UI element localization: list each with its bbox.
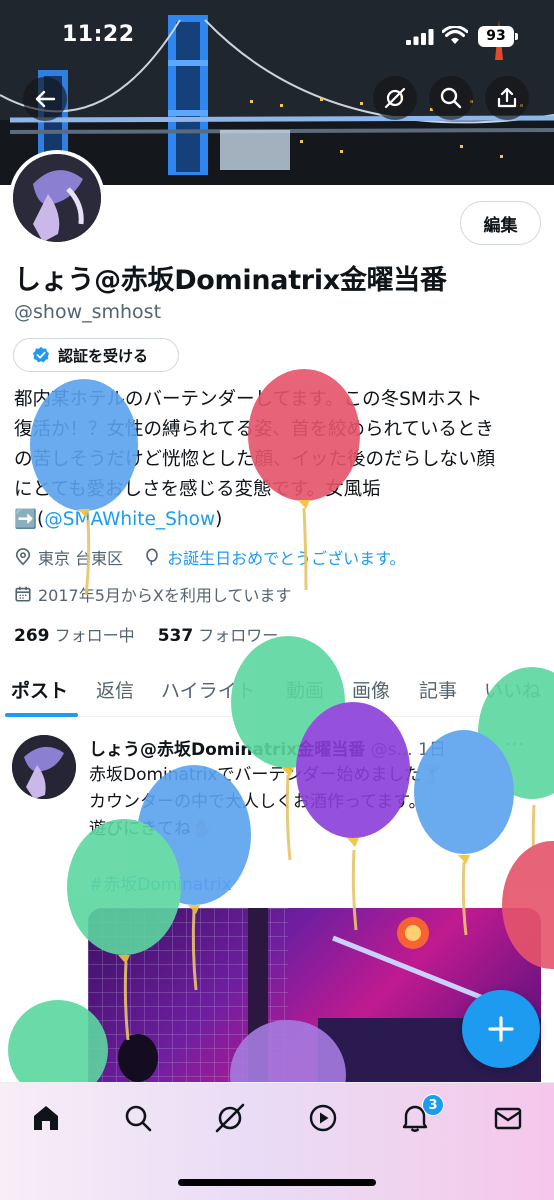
tab-posts[interactable]: ポスト	[11, 676, 68, 703]
followers-count: 537	[157, 626, 194, 646]
grok-button[interactable]	[373, 76, 417, 120]
bio-line: 復活か！？女性の縛られてる姿、首を絞められているとき	[14, 419, 494, 440]
post-hashtag[interactable]: #赤坂Dominatrix	[89, 870, 232, 895]
post-text-line: カウンターの中で大人しくお酒作ってます。	[89, 792, 426, 812]
following-count: 269	[14, 626, 50, 646]
status-time: 11:22	[62, 22, 135, 47]
following-link[interactable]: 269 フォロー中	[14, 626, 135, 646]
grok-icon	[384, 87, 406, 109]
bio-line: にとても愛おしさを感じる変態です。女風垢	[14, 479, 381, 500]
nav-messages[interactable]	[491, 1101, 525, 1135]
profile-bio: 都内某ホテルのバーテンダーしてます。この冬SMホスト 復活か！？女性の縛られてる…	[14, 385, 544, 535]
share-icon	[497, 87, 517, 108]
wifi-icon	[442, 26, 468, 44]
profile-joined-row: 2017年5月からXを利用しています	[14, 582, 291, 606]
compose-plus-icon	[488, 1016, 514, 1042]
profile-handle: @show_smhost	[14, 301, 162, 323]
edit-profile-button[interactable]: 編集	[460, 201, 541, 245]
tab-likes[interactable]: いいね	[484, 676, 541, 703]
profile-meta-row: 東京 台東区 お誕生日おめでとうございます。	[14, 545, 406, 569]
post-text-line: 赤坂Dominatrixでバーテンダー始めました🍸	[89, 765, 443, 785]
tab-highlights[interactable]: ハイライト	[161, 676, 256, 703]
post-author-avatar[interactable]	[12, 735, 76, 799]
profile-display-name: しょう@赤坂Dominatrix金曜当番	[14, 265, 447, 296]
post-time: 1日	[418, 740, 446, 760]
share-button[interactable]	[485, 76, 529, 120]
bio-line: の苦しそうだけど恍惚とした顔、イッた後のだらしない顔	[14, 449, 496, 470]
avatar-image	[13, 154, 101, 242]
mail-icon	[494, 1107, 522, 1130]
profile-location: 東京 台東区	[38, 549, 124, 568]
follow-counts: 269 フォロー中 537 フォロワー	[14, 622, 278, 646]
bio-line: 都内某ホテルのバーテンダーしてます。この冬SMホスト	[14, 389, 483, 410]
status-bar: 11:22 93	[0, 0, 554, 70]
profile-tabs: ポスト 返信 ハイライト 動画 画像 記事 いいね	[0, 660, 554, 717]
tab-replies[interactable]: 返信	[96, 676, 134, 703]
tab-videos[interactable]: 動画	[286, 676, 324, 703]
compose-post-button[interactable]	[462, 990, 540, 1068]
home-indicator[interactable]	[178, 1179, 376, 1186]
verified-check-icon	[32, 346, 50, 363]
nav-home[interactable]	[29, 1101, 63, 1135]
post-header: しょう@赤坂Dominatrix金曜当番 @s... 1日	[89, 735, 446, 760]
post-text-line: 遊びにきてね✋🏻	[89, 819, 213, 839]
home-icon	[34, 1106, 58, 1130]
bio-link-suffix: )	[215, 509, 223, 530]
post-text: 赤坂Dominatrixでバーテンダー始めました🍸 カウンターの中で大人しくお酒…	[89, 762, 544, 843]
nav-explore[interactable]	[121, 1101, 155, 1135]
cellular-signal-icon	[406, 29, 434, 45]
video-icon	[309, 1104, 337, 1132]
tab-images[interactable]: 画像	[352, 676, 390, 703]
profile-joined-date: 2017年5月からXを利用しています	[38, 586, 292, 605]
post-more-button[interactable]: ···	[505, 734, 525, 755]
search-icon	[440, 87, 462, 109]
post-author-handle[interactable]: @s...	[371, 740, 413, 760]
search-button[interactable]	[429, 76, 473, 120]
notification-badge: 3	[422, 1094, 444, 1116]
tab-articles[interactable]: 記事	[419, 676, 457, 703]
profile-birthday[interactable]: お誕生日おめでとうございます。	[167, 545, 405, 569]
calendar-icon	[15, 586, 31, 602]
post-author-name[interactable]: しょう@赤坂Dominatrix金曜当番	[89, 740, 365, 760]
balloon-icon	[146, 548, 158, 566]
profile-avatar[interactable]	[9, 150, 105, 246]
get-verified-label: 認証を受ける	[58, 346, 149, 365]
back-button[interactable]	[23, 77, 67, 121]
bio-mention-link[interactable]: @SMAWhite_Show	[44, 509, 215, 530]
followers-label: フォロワー	[198, 626, 279, 645]
followers-link[interactable]: 537 フォロワー	[157, 626, 279, 646]
post-avatar-image	[12, 735, 76, 799]
bar-interior-image	[88, 908, 541, 1088]
active-tab-indicator	[5, 713, 78, 717]
nav-grok[interactable]	[213, 1101, 247, 1135]
battery-indicator: 93	[478, 26, 518, 47]
post-media-image[interactable]	[88, 908, 541, 1088]
nav-video[interactable]	[306, 1101, 340, 1135]
location-pin-icon	[15, 548, 31, 566]
grok-nav-icon	[215, 1103, 245, 1133]
get-verified-button[interactable]: 認証を受ける	[13, 338, 179, 372]
following-label: フォロー中	[54, 626, 135, 645]
bio-line-link: ➡️(@SMAWhite_Show)	[14, 505, 544, 535]
explore-search-icon	[125, 1105, 152, 1132]
back-arrow-icon	[35, 90, 56, 108]
bio-link-prefix: ➡️(	[14, 509, 45, 530]
